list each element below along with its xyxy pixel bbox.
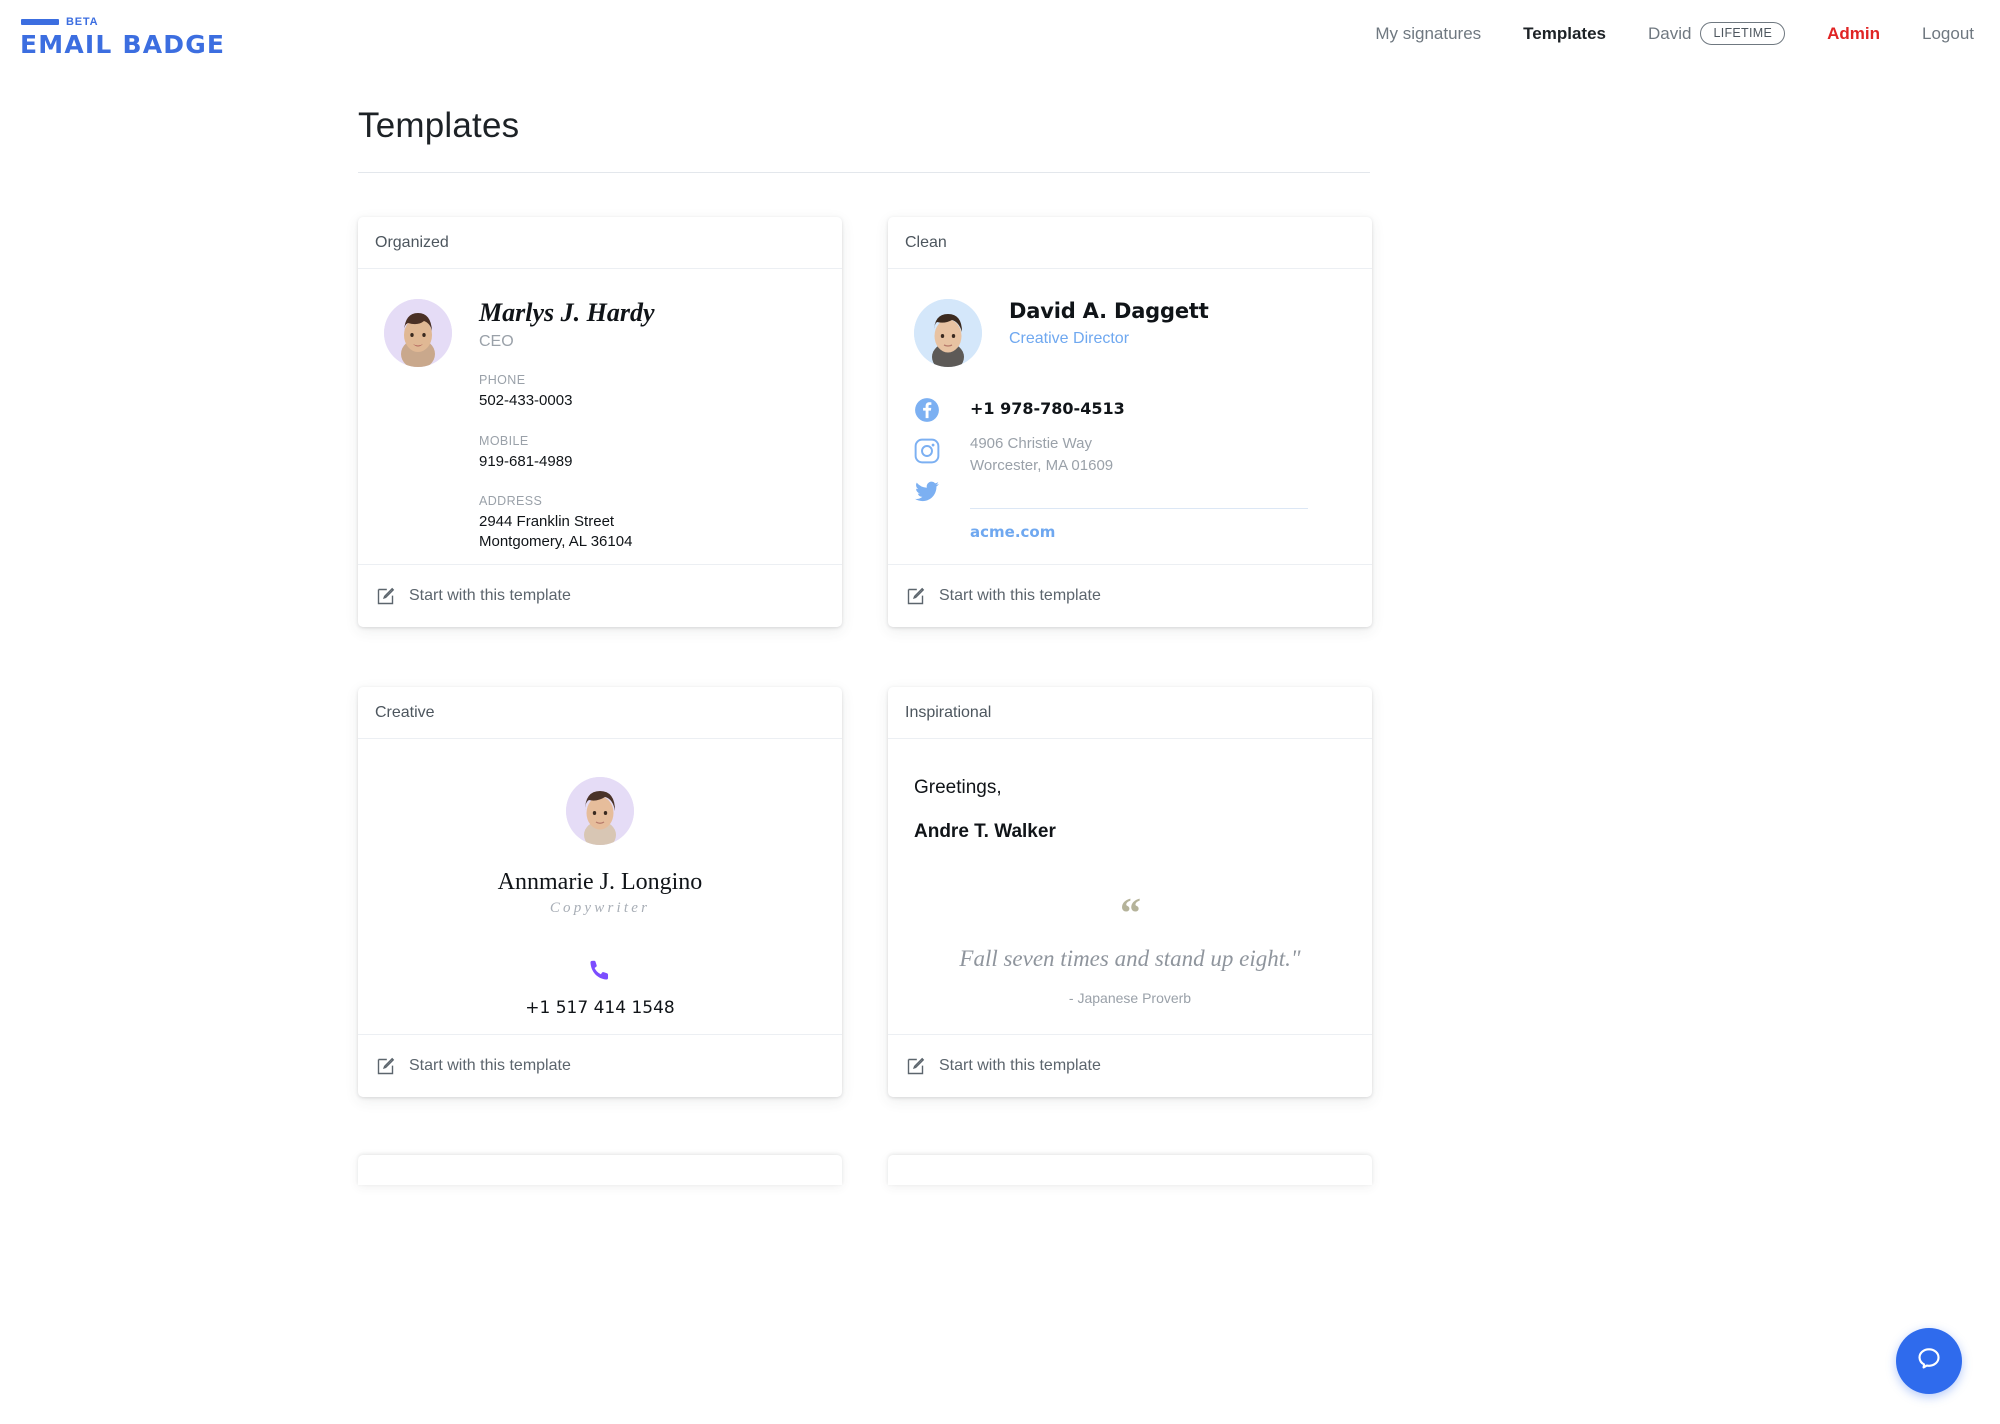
- card-preview: Greetings, Andre T. Walker “ Fall seven …: [888, 739, 1372, 1034]
- template-name-label: Organized: [375, 233, 449, 251]
- template-card-clean[interactable]: Clean David A. Daggett Creative Director…: [888, 217, 1372, 627]
- nav-admin[interactable]: Admin: [1827, 24, 1880, 44]
- template-card-creative[interactable]: Creative Annmarie J. Longino Copywriter …: [358, 687, 842, 1097]
- page-container: Templates Organized Marlys J. Hardy CEO …: [0, 70, 2000, 1185]
- signature-person-name: Marlys J. Hardy: [479, 298, 655, 327]
- signature-address: 4906 Christie Way Worcester, MA 01609: [970, 435, 1114, 474]
- nav-links: My signatures Templates David LIFETIME A…: [1333, 22, 1974, 45]
- user-account[interactable]: David LIFETIME: [1647, 22, 1786, 45]
- signature-creative: Annmarie J. Longino Copywriter +1 517 41…: [384, 769, 816, 1034]
- start-with-template-button[interactable]: Start with this template: [358, 564, 842, 627]
- avatar: [566, 777, 634, 845]
- templates-grid: Organized Marlys J. Hardy CEO PHONE 502-…: [358, 173, 1650, 1097]
- card-header: Organized: [358, 217, 842, 269]
- signature-person-name: Andre T. Walker: [914, 821, 1056, 842]
- top-navigation-bar: BETA EMAIL BADGE My signatures Templates…: [0, 0, 2000, 70]
- card-preview: Marlys J. Hardy CEO PHONE 502-433-0003 M…: [358, 269, 842, 564]
- brand-logo[interactable]: BETA EMAIL BADGE: [20, 16, 225, 59]
- card-preview: David A. Daggett Creative Director +1 97…: [888, 269, 1372, 564]
- signature-details: Marlys J. Hardy CEO PHONE 502-433-0003 M…: [479, 299, 655, 564]
- nav-my-signatures[interactable]: My signatures: [1375, 24, 1481, 44]
- edit-pencil-icon: [905, 1056, 926, 1077]
- clean-divider: [970, 507, 1308, 509]
- brand-bar-decoration: [21, 19, 59, 25]
- start-with-template-label: Start with this template: [939, 587, 1101, 604]
- nav-logout[interactable]: Logout: [1922, 24, 1974, 44]
- edit-pencil-icon: [375, 1056, 396, 1077]
- help-chat-button[interactable]: [1896, 1328, 1962, 1394]
- chat-bubble-icon: [1914, 1344, 1944, 1379]
- template-card-partial[interactable]: [358, 1155, 842, 1185]
- quote-mark-icon: “: [1120, 891, 1141, 937]
- edit-pencil-icon: [905, 586, 926, 607]
- page-title: Templates: [358, 106, 520, 145]
- field-value-address: 2944 Franklin Street Montgomery, AL 3610…: [479, 512, 633, 551]
- field-label-phone: PHONE: [479, 373, 526, 388]
- start-with-template-label: Start with this template: [409, 587, 571, 604]
- field-label-mobile: MOBILE: [479, 433, 529, 448]
- template-name-label: Inspirational: [905, 703, 992, 721]
- card-header: Creative: [358, 687, 842, 739]
- signature-greeting: Greetings,: [914, 777, 1002, 798]
- start-with-template-button[interactable]: Start with this template: [888, 1034, 1372, 1097]
- clean-contact-details: +1 978-780-4513 4906 Christie Way Worces…: [970, 397, 1308, 541]
- signature-phone: +1 517 414 1548: [525, 998, 675, 1018]
- twitter-icon[interactable]: [914, 479, 940, 505]
- social-icons-column: [914, 397, 940, 541]
- signature-person-name: David A. Daggett: [1009, 299, 1209, 323]
- plan-badge: LIFETIME: [1700, 22, 1786, 45]
- template-card-partial[interactable]: [888, 1155, 1372, 1185]
- signature-website[interactable]: acme.com: [970, 523, 1308, 541]
- beta-label: BETA: [66, 16, 99, 28]
- clean-contact-row: +1 978-780-4513 4906 Christie Way Worces…: [914, 397, 1346, 541]
- signature-job-title: Creative Director: [1009, 330, 1130, 347]
- quote-author: - Japanese Proverb: [1068, 990, 1192, 1007]
- template-card-organized[interactable]: Organized Marlys J. Hardy CEO PHONE 502-…: [358, 217, 842, 627]
- phone-icon: [384, 957, 816, 988]
- quote-text: Fall seven times and stand up eight.": [959, 946, 1301, 972]
- avatar: [384, 299, 452, 367]
- start-with-template-button[interactable]: Start with this template: [888, 564, 1372, 627]
- brand-beta-row: BETA: [21, 16, 225, 28]
- facebook-icon[interactable]: [914, 397, 940, 423]
- signature-organized: Marlys J. Hardy CEO PHONE 502-433-0003 M…: [384, 299, 816, 564]
- start-with-template-button[interactable]: Start with this template: [358, 1034, 842, 1097]
- signature-person-name: Annmarie J. Longino: [497, 869, 703, 895]
- card-preview: Annmarie J. Longino Copywriter +1 517 41…: [358, 739, 842, 1034]
- signature-job-title: CEO: [479, 333, 514, 351]
- start-with-template-label: Start with this template: [939, 1057, 1101, 1074]
- template-name-label: Clean: [905, 233, 947, 251]
- card-header: Inspirational: [888, 687, 1372, 739]
- field-label-address: ADDRESS: [479, 493, 543, 508]
- signature-phone: +1 978-780-4513: [970, 399, 1125, 418]
- instagram-icon[interactable]: [914, 438, 940, 464]
- signature-job-title: Copywriter: [549, 900, 651, 916]
- signature-clean: David A. Daggett Creative Director: [914, 299, 1346, 367]
- nav-templates[interactable]: Templates: [1523, 24, 1606, 44]
- next-row-partial: [358, 1155, 1650, 1185]
- user-name: David: [1647, 23, 1692, 43]
- start-with-template-label: Start with this template: [409, 1057, 571, 1074]
- avatar: [914, 299, 982, 367]
- quote-block: “ Fall seven times and stand up eight." …: [914, 891, 1346, 1007]
- field-value-mobile: 919-681-4989: [479, 452, 573, 470]
- edit-pencil-icon: [375, 586, 396, 607]
- signature-inspirational: Greetings, Andre T. Walker “ Fall seven …: [914, 769, 1346, 1006]
- template-name-label: Creative: [375, 703, 435, 721]
- field-value-phone: 502-433-0003: [479, 392, 573, 410]
- card-header: Clean: [888, 217, 1372, 269]
- signature-details: David A. Daggett Creative Director: [1009, 299, 1209, 367]
- brand-name: EMAIL BADGE: [20, 30, 226, 59]
- content-wrapper: Templates Organized Marlys J. Hardy CEO …: [350, 70, 1650, 1185]
- template-card-inspirational[interactable]: Inspirational Greetings, Andre T. Walker…: [888, 687, 1372, 1097]
